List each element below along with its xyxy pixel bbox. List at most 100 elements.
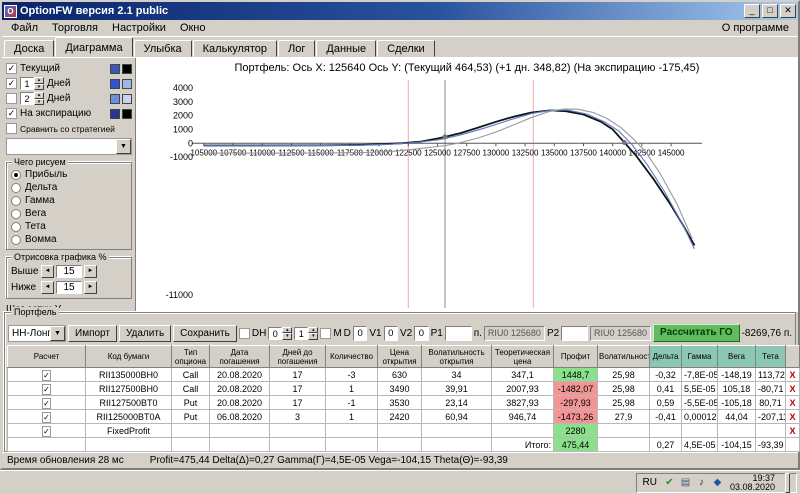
- tab-2[interactable]: Улыбка: [134, 40, 192, 57]
- color-swatch-3-0[interactable]: [110, 109, 120, 119]
- table-cell-2-4: -1: [326, 396, 378, 410]
- curve-checkbox-2[interactable]: [6, 93, 17, 104]
- column-header-8[interactable]: Теоретическая цена: [492, 346, 554, 368]
- column-header-2[interactable]: Тип опциона: [172, 346, 210, 368]
- tab-3[interactable]: Калькулятор: [193, 40, 277, 57]
- import-button[interactable]: Импорт: [68, 325, 117, 342]
- radio-row-2: Гамма: [11, 194, 128, 207]
- row-calc-checkbox-2[interactable]: [42, 398, 51, 409]
- tray-clock[interactable]: 19:37 03.08.2020: [730, 474, 775, 492]
- dh-spinner-1-value[interactable]: 0: [268, 327, 282, 340]
- column-header-14[interactable]: Тета: [756, 346, 786, 368]
- delete-row-button-3[interactable]: X: [786, 410, 800, 424]
- range-above-increase-button[interactable]: ►: [84, 265, 97, 278]
- network-icon[interactable]: ◆: [711, 476, 724, 489]
- compare-strategy-checkbox[interactable]: [6, 123, 17, 134]
- minimize-button[interactable]: _: [744, 4, 760, 18]
- menu-item-3[interactable]: Окно: [173, 21, 213, 35]
- tab-6[interactable]: Сделки: [377, 40, 435, 57]
- spin-down-icon[interactable]: ▼: [308, 333, 318, 340]
- row-calc-checkbox-4[interactable]: [42, 426, 51, 437]
- column-header-7[interactable]: Волатильность открытия: [422, 346, 492, 368]
- strategy-combo[interactable]: НН-Лонг ▼: [8, 325, 66, 342]
- radio-option-0[interactable]: [11, 170, 21, 180]
- color-swatch-1-1[interactable]: [122, 79, 132, 89]
- radio-option-4[interactable]: [11, 222, 21, 232]
- column-header-10[interactable]: Волатильность: [598, 346, 650, 368]
- days-spinner-value-1[interactable]: 1: [20, 77, 34, 90]
- color-swatch-0-1[interactable]: [122, 64, 132, 74]
- column-header-13[interactable]: Вега: [718, 346, 756, 368]
- maximize-button[interactable]: □: [762, 4, 778, 18]
- range-below-increase-button[interactable]: ►: [84, 281, 97, 294]
- color-swatch-1-0[interactable]: [110, 79, 120, 89]
- antivirus-shield-icon[interactable]: ✔: [663, 476, 676, 489]
- column-header-0[interactable]: Расчет: [8, 346, 86, 368]
- curve-checkbox-0[interactable]: [6, 63, 17, 74]
- color-swatch-2-1[interactable]: [122, 94, 132, 104]
- spin-down-icon[interactable]: ▼: [282, 333, 292, 340]
- row-calc-checkbox-1[interactable]: [42, 384, 51, 395]
- profit-chart[interactable]: 1050001075001100001125001150001175001200…: [136, 76, 796, 312]
- radio-option-3[interactable]: [11, 209, 21, 219]
- menu-item-2[interactable]: Настройки: [105, 21, 173, 35]
- delete-button[interactable]: Удалить: [119, 325, 171, 342]
- delete-row-button-1[interactable]: X: [786, 382, 800, 396]
- table-cell-1-7: 2007,93: [492, 382, 554, 396]
- row-calc-checkbox-3[interactable]: [42, 412, 51, 423]
- menu-about[interactable]: О программе: [715, 21, 796, 35]
- delete-row-button-0[interactable]: X: [786, 368, 800, 382]
- tab-4[interactable]: Лог: [278, 40, 315, 57]
- tab-1[interactable]: Диаграмма: [55, 37, 132, 57]
- d-input[interactable]: 0: [353, 326, 367, 341]
- tab-0[interactable]: Доска: [4, 40, 54, 57]
- color-swatch-2-0[interactable]: [110, 94, 120, 104]
- range-above-value[interactable]: 15: [56, 265, 82, 278]
- radio-option-1[interactable]: [11, 183, 21, 193]
- column-header-5[interactable]: Количество: [326, 346, 378, 368]
- close-button[interactable]: ✕: [780, 4, 796, 18]
- tab-5[interactable]: Данные: [316, 40, 376, 57]
- color-swatch-3-1[interactable]: [122, 109, 132, 119]
- v2-input[interactable]: 0: [414, 326, 428, 341]
- curve-checkbox-3[interactable]: [6, 108, 17, 119]
- m-checkbox[interactable]: [320, 328, 331, 339]
- p1-input[interactable]: [445, 326, 472, 341]
- column-header-3[interactable]: Дата погашения: [210, 346, 270, 368]
- calc-margin-button[interactable]: Рассчитать ГО: [653, 324, 740, 342]
- chevron-down-icon[interactable]: ▼: [116, 139, 131, 154]
- spin-down-icon[interactable]: ▼: [34, 99, 44, 106]
- radio-option-2[interactable]: [11, 196, 21, 206]
- range-below-value[interactable]: 15: [56, 281, 82, 294]
- range-below-decrease-button[interactable]: ◄: [41, 281, 54, 294]
- column-header-12[interactable]: Гамма: [682, 346, 718, 368]
- column-header-1[interactable]: Код бумаги: [86, 346, 172, 368]
- dh-checkbox[interactable]: [239, 328, 250, 339]
- save-button[interactable]: Сохранить: [173, 325, 237, 342]
- volume-icon[interactable]: ♪: [695, 476, 708, 489]
- column-header-9[interactable]: Профит: [554, 346, 598, 368]
- chevron-down-icon[interactable]: ▼: [50, 326, 65, 341]
- column-header-15[interactable]: [786, 346, 800, 368]
- dh-spinner-2-value[interactable]: 1: [294, 327, 308, 340]
- days-spinner-value-2[interactable]: 2: [20, 92, 34, 105]
- delete-row-button-2[interactable]: X: [786, 396, 800, 410]
- menu-item-0[interactable]: Файл: [4, 21, 45, 35]
- show-desktop-button[interactable]: [785, 473, 790, 493]
- curve-checkbox-1[interactable]: [6, 78, 17, 89]
- color-swatch-0-0[interactable]: [110, 64, 120, 74]
- column-header-11[interactable]: Дельта: [650, 346, 682, 368]
- range-above-decrease-button[interactable]: ◄: [41, 265, 54, 278]
- display-icon[interactable]: ▤: [679, 476, 692, 489]
- p2-input[interactable]: [561, 326, 588, 341]
- language-indicator[interactable]: RU: [643, 477, 657, 488]
- row-calc-checkbox-0[interactable]: [42, 370, 51, 381]
- v1-input[interactable]: 0: [384, 326, 398, 341]
- radio-option-5[interactable]: [11, 235, 21, 245]
- column-header-6[interactable]: Цена открытия: [378, 346, 422, 368]
- column-header-4[interactable]: Дней до погашения: [270, 346, 326, 368]
- compare-strategy-combo[interactable]: ▼: [6, 138, 132, 155]
- spin-down-icon[interactable]: ▼: [34, 84, 44, 91]
- menu-item-1[interactable]: Торговля: [45, 21, 105, 35]
- delete-row-button-4[interactable]: X: [786, 424, 800, 438]
